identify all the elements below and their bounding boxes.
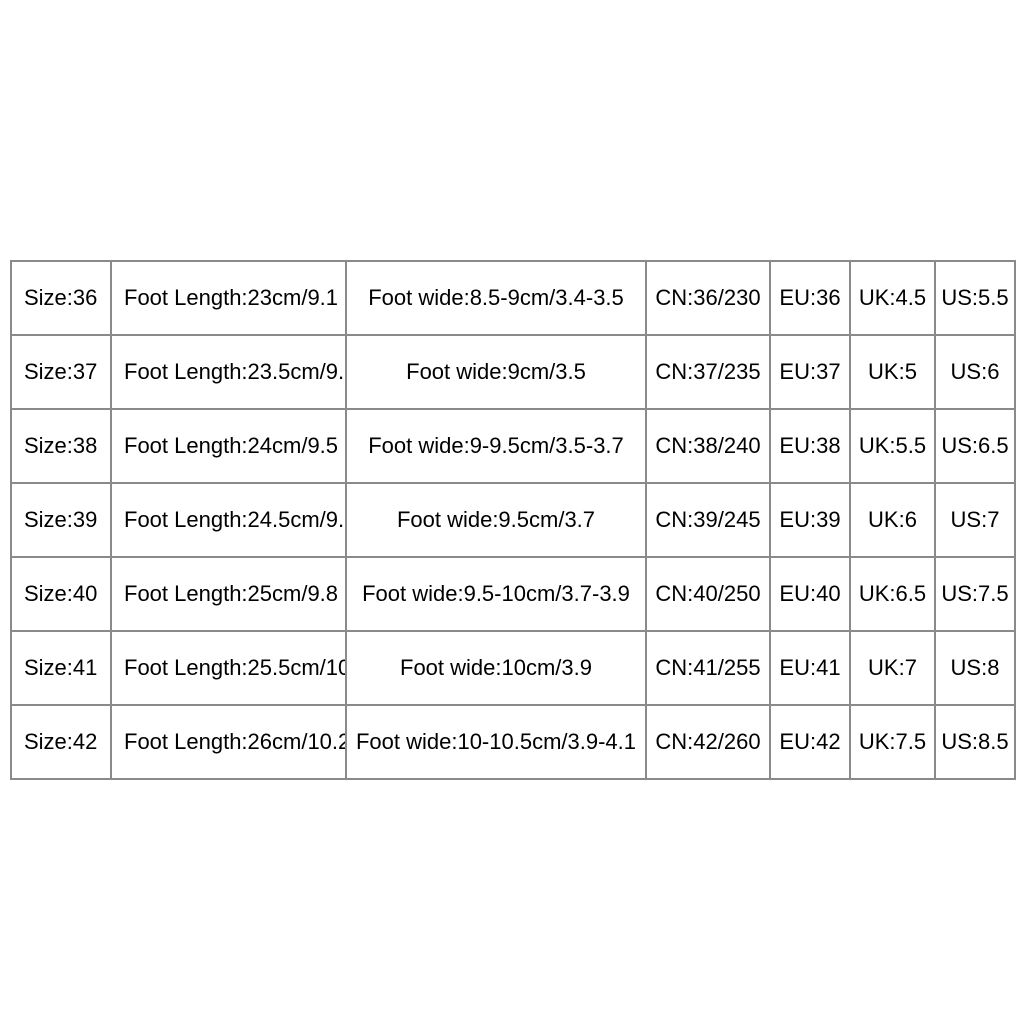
cell-us: US:6: [935, 335, 1015, 409]
cell-eu: EU:38: [770, 409, 850, 483]
cell-size: Size:42: [11, 705, 111, 779]
table-row: Size:37 Foot Length:23.5cm/9.3 Foot wide…: [11, 335, 1015, 409]
cell-foot-length: Foot Length:25cm/9.8: [111, 557, 346, 631]
cell-eu: EU:36: [770, 261, 850, 335]
cell-eu: EU:41: [770, 631, 850, 705]
cell-uk: UK:7: [850, 631, 935, 705]
table-row: Size:38 Foot Length:24cm/9.5 Foot wide:9…: [11, 409, 1015, 483]
table-row: Size:40 Foot Length:25cm/9.8 Foot wide:9…: [11, 557, 1015, 631]
cell-foot-length: Foot Length:24.5cm/9.7: [111, 483, 346, 557]
cell-us: US:7.5: [935, 557, 1015, 631]
cell-uk: UK:6.5: [850, 557, 935, 631]
cell-size: Size:36: [11, 261, 111, 335]
cell-foot-length: Foot Length:23cm/9.1: [111, 261, 346, 335]
cell-eu: EU:40: [770, 557, 850, 631]
cell-us: US:6.5: [935, 409, 1015, 483]
cell-eu: EU:42: [770, 705, 850, 779]
cell-foot-length: Foot Length:23.5cm/9.3: [111, 335, 346, 409]
cell-foot-length: Foot Length:25.5cm/10: [111, 631, 346, 705]
cell-eu: EU:37: [770, 335, 850, 409]
table-row: Size:42 Foot Length:26cm/10.2 Foot wide:…: [11, 705, 1015, 779]
cell-foot-wide: Foot wide:9-9.5cm/3.5-3.7: [346, 409, 646, 483]
cell-foot-wide: Foot wide:8.5-9cm/3.4-3.5: [346, 261, 646, 335]
cell-cn: CN:40/250: [646, 557, 770, 631]
cell-size: Size:39: [11, 483, 111, 557]
table-row: Size:39 Foot Length:24.5cm/9.7 Foot wide…: [11, 483, 1015, 557]
cell-foot-length: Foot Length:24cm/9.5: [111, 409, 346, 483]
cell-cn: CN:37/235: [646, 335, 770, 409]
table-row: Size:36 Foot Length:23cm/9.1 Foot wide:8…: [11, 261, 1015, 335]
cell-uk: UK:4.5: [850, 261, 935, 335]
cell-foot-wide: Foot wide:9.5-10cm/3.7-3.9: [346, 557, 646, 631]
cell-cn: CN:41/255: [646, 631, 770, 705]
cell-us: US:7: [935, 483, 1015, 557]
cell-size: Size:40: [11, 557, 111, 631]
cell-us: US:5.5: [935, 261, 1015, 335]
cell-cn: CN:36/230: [646, 261, 770, 335]
cell-uk: UK:6: [850, 483, 935, 557]
cell-uk: UK:7.5: [850, 705, 935, 779]
cell-foot-wide: Foot wide:9cm/3.5: [346, 335, 646, 409]
cell-size: Size:38: [11, 409, 111, 483]
cell-foot-wide: Foot wide:10cm/3.9: [346, 631, 646, 705]
cell-foot-wide: Foot wide:9.5cm/3.7: [346, 483, 646, 557]
cell-us: US:8: [935, 631, 1015, 705]
size-chart-table: Size:36 Foot Length:23cm/9.1 Foot wide:8…: [10, 260, 1016, 780]
cell-uk: UK:5: [850, 335, 935, 409]
table-row: Size:41 Foot Length:25.5cm/10 Foot wide:…: [11, 631, 1015, 705]
cell-cn: CN:38/240: [646, 409, 770, 483]
cell-foot-wide: Foot wide:10-10.5cm/3.9-4.1: [346, 705, 646, 779]
cell-size: Size:37: [11, 335, 111, 409]
cell-us: US:8.5: [935, 705, 1015, 779]
cell-cn: CN:42/260: [646, 705, 770, 779]
cell-uk: UK:5.5: [850, 409, 935, 483]
cell-eu: EU:39: [770, 483, 850, 557]
cell-size: Size:41: [11, 631, 111, 705]
cell-foot-length: Foot Length:26cm/10.2: [111, 705, 346, 779]
cell-cn: CN:39/245: [646, 483, 770, 557]
